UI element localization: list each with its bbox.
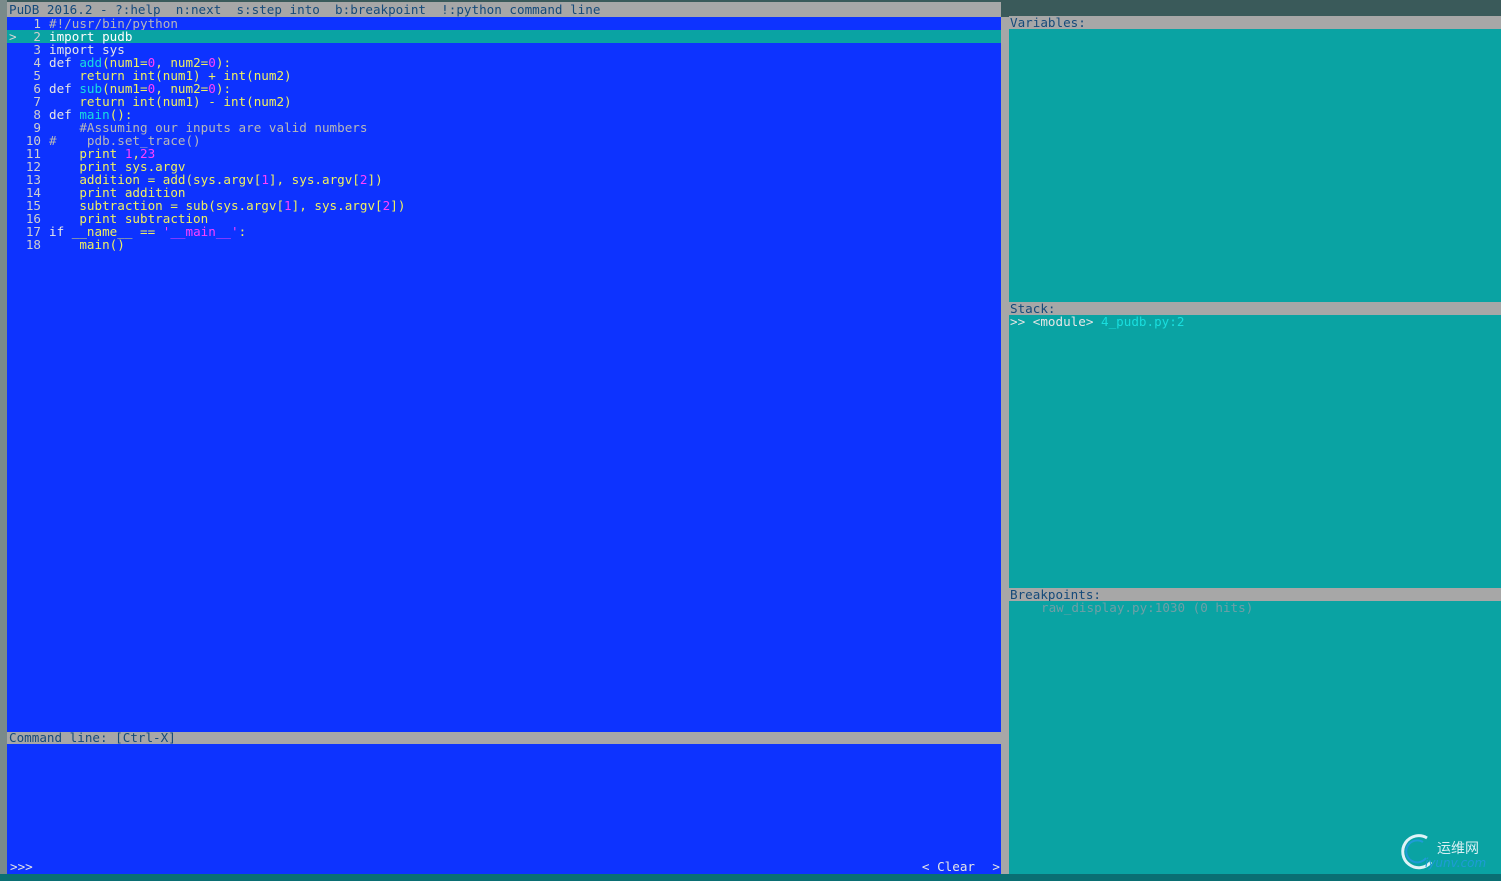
stack-frame-entry[interactable]: >> <module> 4_pudb.py:2 <box>1010 315 1184 328</box>
variables-panel[interactable] <box>1009 29 1501 302</box>
variables-header: Variables: <box>1009 16 1501 29</box>
code-token: 2 <box>359 172 368 187</box>
source-line[interactable]: 10 # pdb.set_trace() <box>7 134 1001 147</box>
window-frame-bottom <box>0 874 1501 881</box>
source-line[interactable]: 17 if __name__ == '__main__': <box>7 225 1001 238</box>
line-number: 18 <box>25 237 41 252</box>
stack-panel[interactable]: >> <module> 4_pudb.py:2 <box>1009 315 1501 588</box>
window-frame-left <box>0 0 7 881</box>
code-token: ]) <box>367 172 383 187</box>
source-line[interactable]: 1 #!/usr/bin/python <box>7 17 1001 30</box>
code-token: 1 <box>261 172 269 187</box>
stack-frame-file: 4_pudb.py:2 <box>1101 314 1185 329</box>
code-token: 1 <box>284 198 292 213</box>
source-line[interactable]: 18 main() <box>7 238 1001 251</box>
code-token: '__main__' <box>162 224 239 239</box>
source-line[interactable]: 7 return int(num1) - int(num2) <box>7 95 1001 108</box>
title-bar: PuDB 2016.2 - ?:help n:next s:step into … <box>7 2 1001 17</box>
stack-frame-module: >> <module> <box>1010 314 1101 329</box>
site-watermark: 运维网 iyunv.com <box>1397 832 1501 874</box>
code-token: : <box>238 224 247 239</box>
command-line-panel[interactable]: >>> < Clear > <box>7 744 1001 874</box>
panel-divider[interactable] <box>1001 17 1009 874</box>
line-code: main() <box>49 238 125 251</box>
code-token: ], sys.argv[ <box>291 198 383 213</box>
watermark-text-domain: iyunv.com <box>1425 856 1487 870</box>
clear-button-arrow: > <box>992 859 1000 874</box>
code-token: ], sys.argv[ <box>268 172 360 187</box>
clear-button[interactable]: < Clear <box>922 860 975 873</box>
command-line-header: Command line: [Ctrl-X] <box>7 731 1001 744</box>
source-line-current[interactable]: >2 import pudb <box>7 30 1001 43</box>
breakpoint-entry[interactable]: raw_display.py:1030 (0 hits) <box>1041 601 1253 614</box>
source-code-view[interactable]: 1 #!/usr/bin/python >2 import pudb 3 import s… <box>7 17 1001 732</box>
pudb-window: PuDB 2016.2 - ?:help n:next s:step into … <box>0 0 1501 881</box>
watermark-text-cn: 运维网 <box>1437 841 1479 857</box>
code-token: ]) <box>390 198 406 213</box>
code-token: main() <box>49 237 125 252</box>
command-prompt[interactable]: >>> <box>10 860 33 873</box>
